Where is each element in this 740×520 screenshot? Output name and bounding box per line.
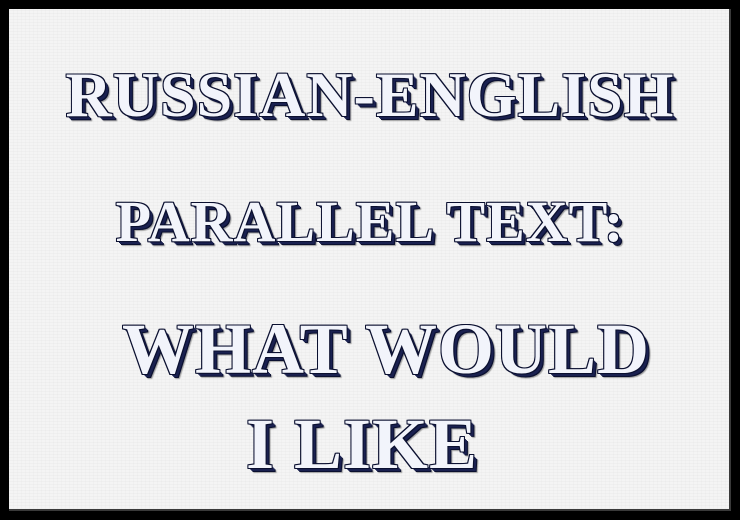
title-line-2: PARALLEL TEXT: <box>115 189 625 254</box>
title-line-3: WHAT WOULD <box>121 309 651 389</box>
title-line-4: I LIKE <box>245 404 479 484</box>
cover-frame: RUSSIAN-ENGLISH PARALLEL TEXT: WHAT WOUL… <box>0 0 740 520</box>
title-line-1: RUSSIAN-ENGLISH <box>65 59 675 130</box>
